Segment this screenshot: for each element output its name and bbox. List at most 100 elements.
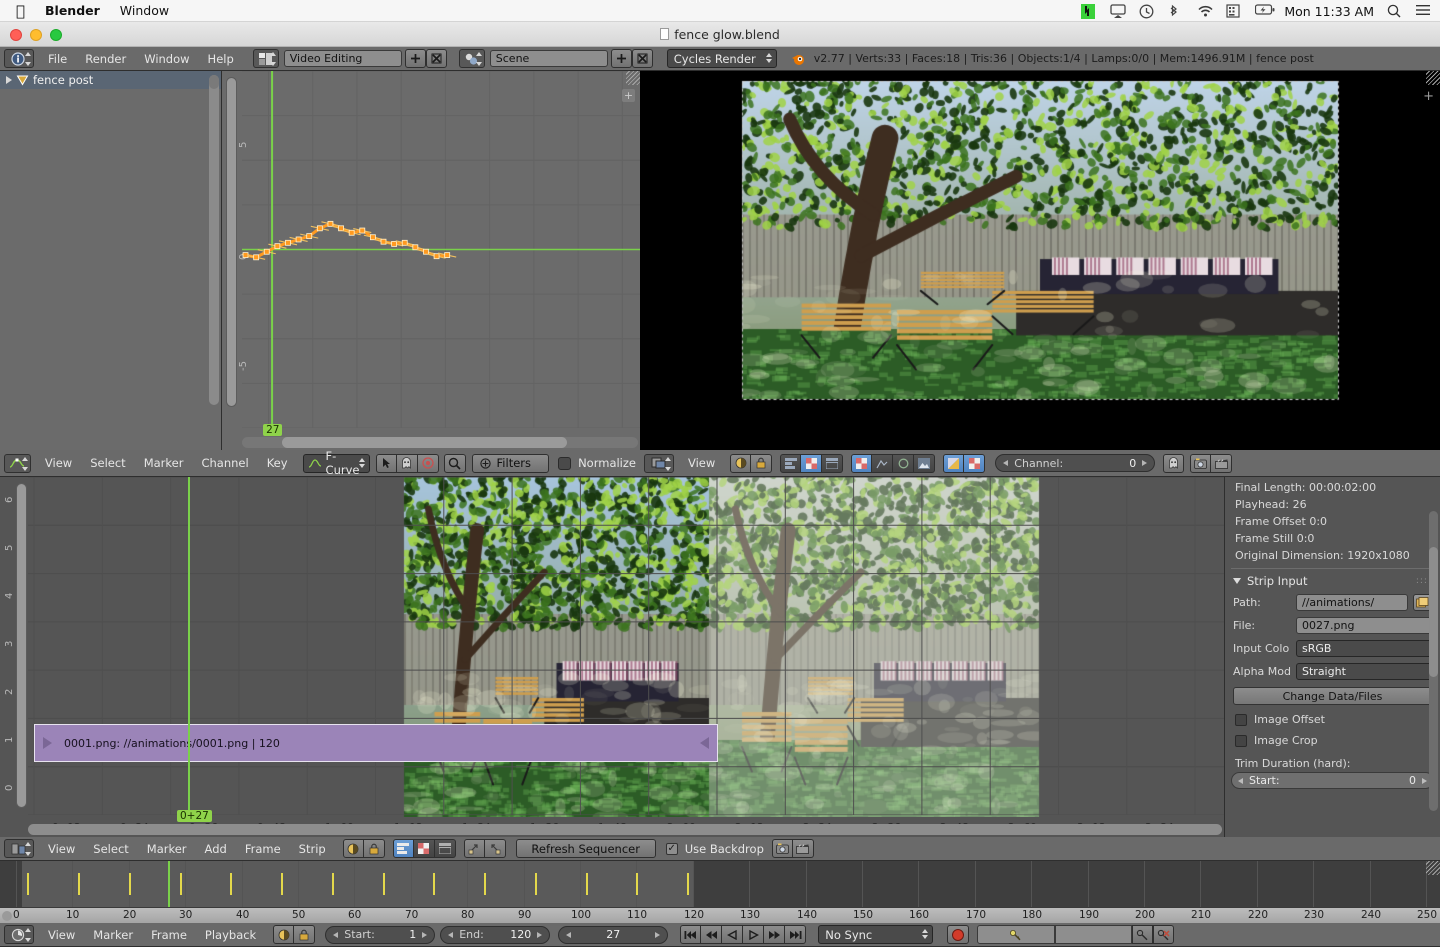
menu-render[interactable]: Render <box>76 47 135 71</box>
sequencer-playhead[interactable] <box>188 477 190 815</box>
play-reverse-icon[interactable] <box>701 925 722 944</box>
battery-icon[interactable] <box>1255 4 1271 18</box>
add-scene-button[interactable] <box>611 49 632 68</box>
ghost-icon[interactable] <box>397 454 418 473</box>
sequencer-strip[interactable]: 0001.png: //animations/0001.png | 120 <box>34 724 718 762</box>
editor-type-spin[interactable] <box>25 52 31 66</box>
snap2-icon[interactable] <box>485 839 506 858</box>
jump-to-start-icon[interactable] <box>680 925 701 944</box>
timeline-keyframe-marker[interactable] <box>230 873 232 895</box>
menu-window[interactable]: Window <box>135 47 198 71</box>
strip-proxy-icon[interactable] <box>414 839 435 858</box>
tl-menu-playback[interactable]: Playback <box>196 923 265 947</box>
graph-menu-select[interactable]: Select <box>81 451 134 475</box>
display-mode-vector[interactable] <box>822 454 843 473</box>
start-dec-arrow[interactable] <box>333 932 338 938</box>
properties-scrollbar-thumb[interactable] <box>1429 547 1438 677</box>
timeline-keyframe-marker[interactable] <box>383 873 385 895</box>
timeline-keyframe-marker[interactable] <box>535 873 537 895</box>
screen-layout-spin[interactable] <box>270 52 276 66</box>
scene-spin[interactable] <box>476 52 482 66</box>
strip-left-handle-icon[interactable] <box>43 737 52 749</box>
maximize-button[interactable] <box>50 29 62 41</box>
input-color-dropdown[interactable]: sRGB <box>1296 640 1432 657</box>
notification-center-icon[interactable] <box>1416 4 1432 18</box>
frame-inc-arrow[interactable] <box>655 932 660 938</box>
scene-icon[interactable] <box>459 49 485 68</box>
proxy-50-icon[interactable] <box>872 454 893 473</box>
minimize-button[interactable] <box>30 29 42 41</box>
outliner-scrollbar[interactable] <box>209 75 219 405</box>
fcurve-expand-panel-icon[interactable]: + <box>622 89 635 102</box>
wifi-icon[interactable] <box>1197 4 1213 18</box>
editor-type-selector-graph[interactable] <box>4 454 31 473</box>
editor-type-selector-timeline[interactable] <box>4 925 34 944</box>
tl-menu-marker[interactable]: Marker <box>84 923 142 947</box>
screen-layout-icon[interactable] <box>253 49 279 68</box>
editor-type-selector-preview[interactable] <box>644 454 674 473</box>
timeline-editor-type-spin[interactable] <box>25 928 31 942</box>
preview-menu-view[interactable]: View <box>679 451 724 475</box>
timeline-keyframe-marker[interactable] <box>687 873 689 895</box>
safe-areas-icon[interactable] <box>964 454 985 473</box>
gamma-icon[interactable] <box>273 925 294 944</box>
delete-scene-button[interactable] <box>632 49 653 68</box>
gamma-icon[interactable] <box>730 454 751 473</box>
fcurve-hscroll-thumb[interactable] <box>282 437 567 448</box>
close-button[interactable] <box>10 29 22 41</box>
play-icon[interactable] <box>743 925 764 944</box>
timeline-ruler[interactable]: 0102030405060708090100110120130140150160… <box>0 907 1440 923</box>
use-backdrop-checkbox[interactable]: ✓ <box>666 843 678 855</box>
window-menu[interactable]: Window <box>120 3 169 18</box>
proxy-25-icon[interactable] <box>851 454 872 473</box>
fast-forward-icon[interactable] <box>764 925 785 944</box>
properties-scrollbar[interactable] <box>1429 511 1438 811</box>
sequencer-preview[interactable]: + <box>640 71 1440 450</box>
clapboard-icon[interactable] <box>1211 454 1232 473</box>
image-crop-checkbox-row[interactable]: Image Crop <box>1225 730 1440 751</box>
outliner-scrollbar-thumb[interactable] <box>209 75 219 89</box>
graph-menu-view[interactable]: View <box>36 451 81 475</box>
timeline-ruler-handle[interactable] <box>2 911 12 921</box>
trim-start-inc-arrow[interactable] <box>1422 778 1427 784</box>
render-engine-dropdown[interactable]: Cycles Render <box>667 49 777 68</box>
seq-menu-view[interactable]: View <box>39 837 84 861</box>
strip-right-handle-icon[interactable] <box>700 737 709 749</box>
alpha-mode-dropdown[interactable]: Straight <box>1296 663 1432 680</box>
green-app-icon[interactable] <box>1081 4 1097 18</box>
timeline-editor[interactable]: 0102030405060708090100110120130140150160… <box>0 861 1440 923</box>
gamma-icon[interactable] <box>343 839 364 858</box>
file-input[interactable]: 0027.png <box>1296 617 1432 634</box>
timeline-playhead[interactable] <box>168 861 170 907</box>
lock-icon[interactable] <box>294 925 315 944</box>
start-frame-field[interactable]: Start: 1 <box>325 926 435 944</box>
airplay-icon[interactable] <box>1110 4 1126 18</box>
app-name-menu[interactable]: Blender <box>45 3 100 18</box>
channel-field[interactable]: Channel: 0 <box>995 454 1155 472</box>
editor-type-selector-info[interactable] <box>4 49 34 68</box>
tl-menu-view[interactable]: View <box>39 923 84 947</box>
proxy-100-icon[interactable] <box>914 454 935 473</box>
image-crop-checkbox[interactable] <box>1235 735 1247 747</box>
clapboard-icon[interactable] <box>793 839 814 858</box>
seq-menu-select[interactable]: Select <box>84 837 137 861</box>
record-icon[interactable] <box>947 925 969 944</box>
lock-icon[interactable] <box>751 454 772 473</box>
search-icon[interactable] <box>444 454 466 473</box>
timeline-keyframe-marker[interactable] <box>484 873 486 895</box>
timeline-keyframe-marker[interactable] <box>332 873 334 895</box>
lock-icon[interactable] <box>364 839 385 858</box>
sequencer-strip-area[interactable]: 0001.png: //animations/0001.png | 120 <box>28 477 1224 815</box>
keyingset-field[interactable] <box>1055 925 1133 944</box>
seq-menu-marker[interactable]: Marker <box>138 837 196 861</box>
sequencer-vertical-scrollbar[interactable] <box>16 483 27 808</box>
outliner-row-fence-post[interactable]: fence post <box>0 71 221 89</box>
strip-meta-icon[interactable] <box>435 839 456 858</box>
delete-layout-button[interactable] <box>426 49 447 68</box>
timeline-keyframe-marker[interactable] <box>180 873 182 895</box>
graph-editor-type-spin[interactable] <box>22 457 28 471</box>
end-frame-field[interactable]: End: 120 <box>440 926 550 944</box>
timeline-track[interactable] <box>0 861 1440 907</box>
trim-start-field[interactable]: Start: 0 <box>1231 772 1434 789</box>
graph-menu-key[interactable]: Key <box>258 451 297 475</box>
